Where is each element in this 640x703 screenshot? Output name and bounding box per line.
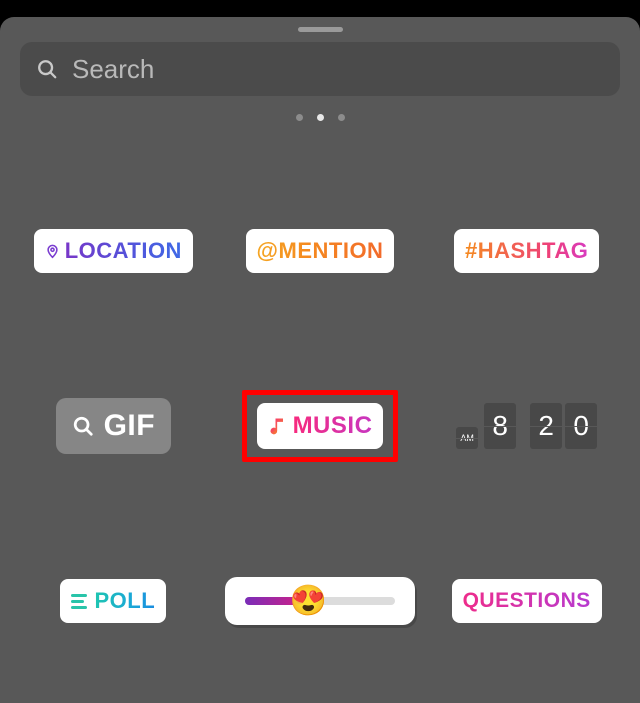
page-dot[interactable] — [338, 114, 345, 121]
sticker-questions[interactable]: QUESTIONS — [452, 579, 602, 623]
clock-ampm: AM — [456, 427, 478, 449]
page-dot[interactable] — [317, 114, 324, 121]
sticker-location[interactable]: LOCATION — [34, 229, 193, 273]
highlight-box: MUSIC — [242, 390, 399, 462]
page-indicator — [0, 114, 640, 121]
sticker-label: QUESTIONS — [463, 589, 591, 613]
location-pin-icon — [45, 241, 60, 261]
heart-eyes-emoji-icon: 😍 — [290, 584, 327, 619]
drag-handle[interactable] — [298, 27, 343, 32]
clock-ampm-tile: AM — [456, 427, 478, 449]
search-icon — [72, 415, 94, 437]
sticker-poll[interactable]: POLL — [60, 579, 166, 623]
sticker-time[interactable]: AM 8 2 0 — [456, 403, 597, 449]
sticker-emoji-slider[interactable]: 😍 — [225, 577, 415, 625]
poll-icon — [71, 594, 87, 609]
search-input[interactable] — [72, 54, 604, 85]
clock-digit: 8 — [484, 403, 516, 449]
sticker-label: LOCATION — [65, 238, 182, 264]
sticker-hashtag[interactable]: #HASHTAG — [454, 229, 599, 273]
sticker-grid: LOCATION @MENTION #HASHTAG GIF — [0, 171, 640, 681]
sticker-label: @MENTION — [257, 238, 384, 264]
clock-digit: 0 — [565, 403, 597, 449]
sticker-label: GIF — [104, 409, 156, 443]
clock-digit: 2 — [530, 403, 562, 449]
sticker-mention[interactable]: @MENTION — [246, 229, 395, 273]
sticker-gif[interactable]: GIF — [56, 398, 172, 454]
music-note-icon — [268, 415, 288, 437]
sticker-music[interactable]: MUSIC — [257, 403, 384, 449]
sticker-label: POLL — [94, 588, 155, 614]
sticker-label: MUSIC — [293, 412, 373, 440]
sticker-sheet: LOCATION @MENTION #HASHTAG GIF — [0, 17, 640, 703]
search-icon — [36, 58, 58, 80]
sticker-label: #HASHTAG — [465, 238, 588, 264]
page-dot[interactable] — [296, 114, 303, 121]
search-bar[interactable] — [20, 42, 620, 96]
